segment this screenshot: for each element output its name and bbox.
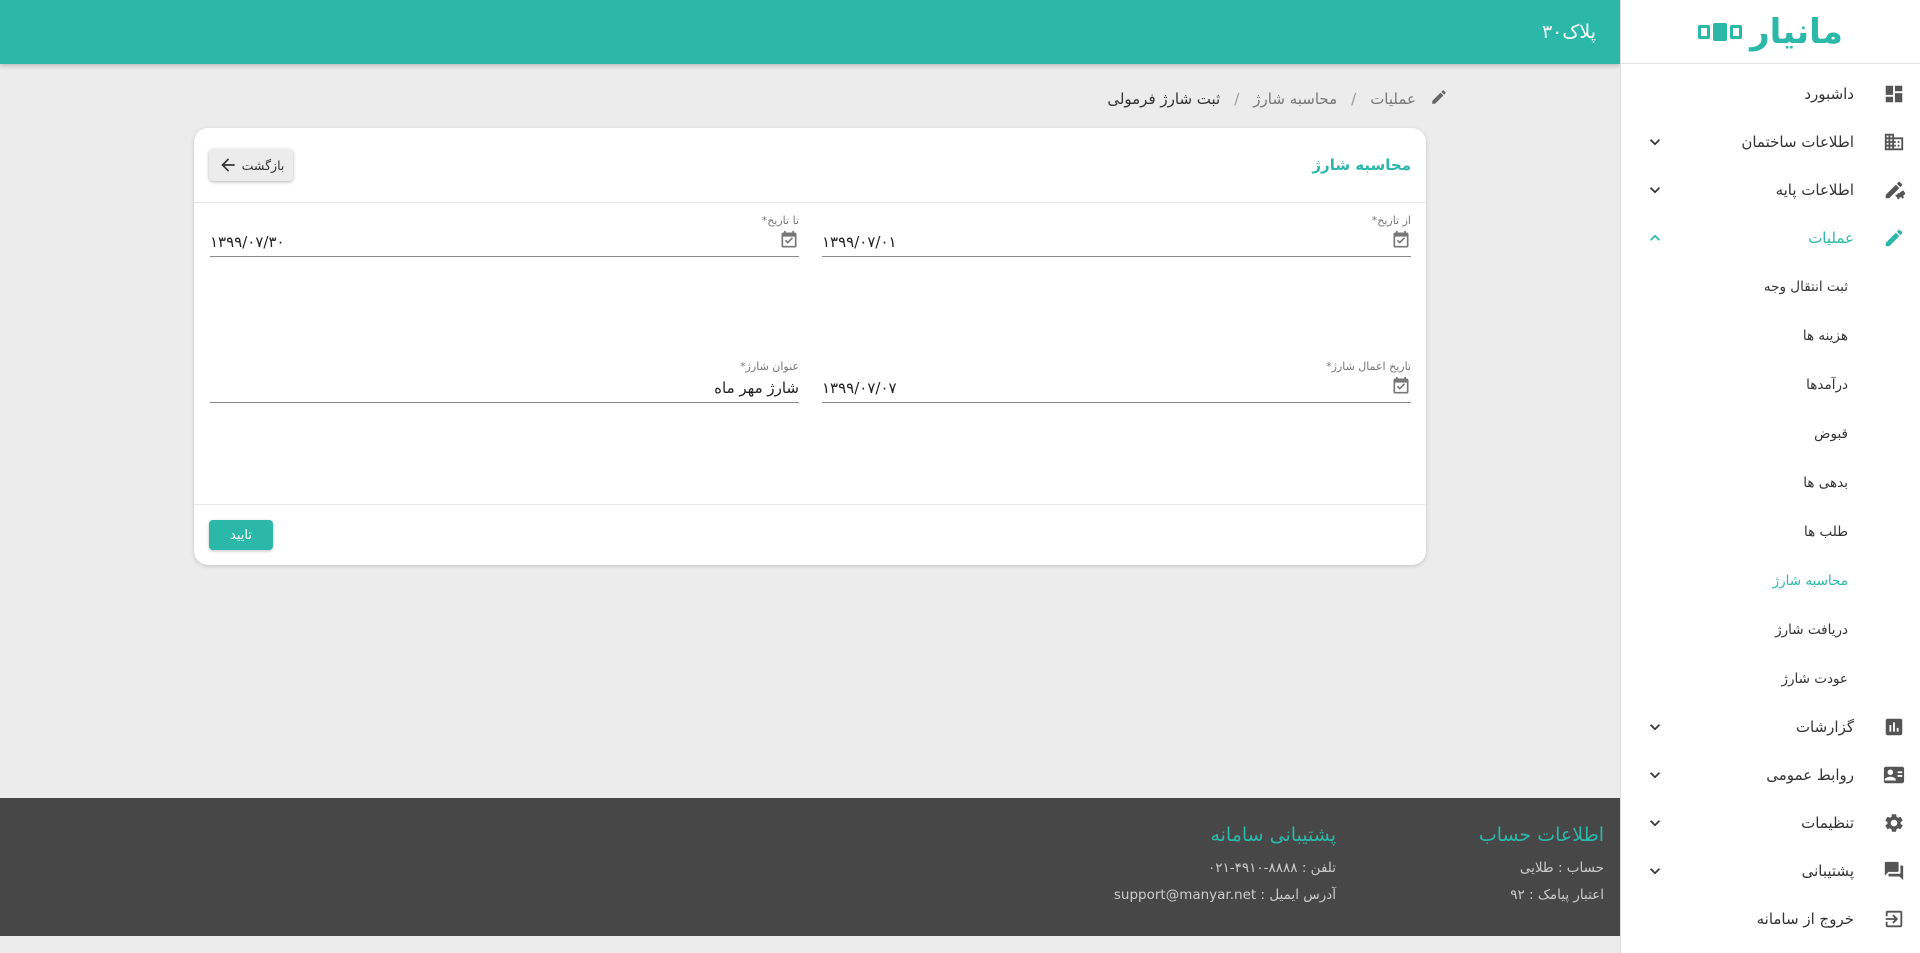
sidebar-item-label: روابط عمومی — [1766, 766, 1854, 784]
contact-card-icon — [1882, 763, 1906, 787]
sidebar-item-label: خروج از سامانه — [1756, 910, 1854, 928]
sidebar-item-dashboard[interactable]: داشبورد — [1621, 70, 1920, 118]
chevron-down-icon[interactable] — [1645, 813, 1665, 833]
chevron-down-icon[interactable] — [1645, 132, 1665, 152]
sidebar-item-settings[interactable]: تنظیمات — [1621, 799, 1920, 847]
sidebar-item-label: اطلاعات ساختمان — [1741, 133, 1854, 151]
sidebar-item-logout[interactable]: خروج از سامانه — [1621, 895, 1920, 943]
back-button-label: بازگشت — [241, 157, 285, 173]
support-section: پشتیبانی سامانه تلفن : ۸۸۸۸-۴۹۱۰-۰۲۱ آدر… — [1114, 824, 1336, 914]
sidebar-subitem-incomes[interactable]: درآمدها — [1621, 360, 1920, 409]
gear-icon — [1882, 811, 1906, 835]
to-date-field[interactable]: تا تاریخ* ۱۳۹۹/۰۷/۳۰ — [210, 214, 799, 257]
sidebar-item-label: گزارشات — [1795, 718, 1854, 736]
apply-date-input[interactable]: ۱۳۹۹/۰۷/۰۷ — [822, 379, 1391, 397]
sidebar: مانیار داشبورد اطلاعات ساختمان اطلاعات پ… — [1620, 0, 1920, 953]
sidebar-item-building-info[interactable]: اطلاعات ساختمان — [1621, 118, 1920, 166]
apply-date-label: تاریخ اعمال شارژ* — [1326, 360, 1411, 373]
arrow-left-icon — [220, 158, 235, 172]
sidebar-item-label: اطلاعات پایه — [1775, 181, 1854, 199]
card-footer: تایید — [194, 504, 1426, 565]
to-date-input[interactable]: ۱۳۹۹/۰۷/۳۰ — [210, 233, 779, 251]
apply-date-field[interactable]: تاریخ اعمال شارژ* ۱۳۹۹/۰۷/۰۷ — [822, 360, 1411, 403]
pencil-icon — [1882, 226, 1906, 250]
back-button[interactable]: بازگشت — [209, 149, 293, 181]
breadcrumb-separator: / — [1234, 90, 1240, 108]
chevron-down-icon[interactable] — [1645, 717, 1665, 737]
chat-icon — [1882, 859, 1906, 883]
breadcrumb: عملیات / محاسبه شارژ / ثبت شارژ فرمولی — [1107, 88, 1448, 110]
confirm-button[interactable]: تایید — [209, 520, 273, 550]
card-header: محاسبه شارژ بازگشت — [194, 128, 1426, 203]
logo-mark-icon — [1698, 22, 1743, 41]
support-phone: تلفن : ۸۸۸۸-۴۹۱۰-۰۲۱ — [1207, 860, 1336, 876]
sidebar-subitem-credits[interactable]: طلب ها — [1621, 507, 1920, 556]
sidebar-nav: داشبورد اطلاعات ساختمان اطلاعات پایه عمل… — [1621, 64, 1920, 943]
settings-pen-icon — [1882, 178, 1906, 202]
to-date-label: تا تاریخ* — [761, 214, 799, 227]
from-date-label: از تاریخ* — [1371, 214, 1411, 227]
logo-text: مانیار — [1750, 11, 1844, 52]
breadcrumb-operations[interactable]: عملیات — [1370, 90, 1416, 108]
charge-form-card: محاسبه شارژ بازگشت از تاریخ* ۱۳۹۹/۰۷/۰۱ … — [194, 128, 1426, 565]
charge-title-field[interactable]: عنوان شارژ* شارژ مهر ماه — [210, 360, 799, 403]
sms-credit: اعتبار پیامک : ۹۲ — [1510, 887, 1604, 903]
sidebar-item-operations[interactable]: عملیات — [1621, 214, 1920, 262]
account-type: حساب : طلایی — [1519, 860, 1604, 876]
building-title: پلاک۳۰ — [1541, 21, 1596, 43]
sidebar-subitem-charge-refund[interactable]: عودت شارژ — [1621, 654, 1920, 703]
calendar-icon[interactable] — [779, 230, 799, 254]
sidebar-item-label: داشبورد — [1804, 85, 1854, 103]
sidebar-item-public-relations[interactable]: روابط عمومی — [1621, 751, 1920, 799]
calendar-icon[interactable] — [1391, 230, 1411, 254]
sidebar-subitem-bills[interactable]: قبوض — [1621, 409, 1920, 458]
sidebar-subitem-fund-transfer[interactable]: ثبت انتقال وجه — [1621, 262, 1920, 311]
sidebar-item-label: تنظیمات — [1801, 814, 1854, 832]
from-date-field[interactable]: از تاریخ* ۱۳۹۹/۰۷/۰۱ — [822, 214, 1411, 257]
card-title: محاسبه شارژ — [1312, 156, 1411, 174]
sidebar-subitem-debts[interactable]: بدهی ها — [1621, 458, 1920, 507]
sidebar-item-label: پشتیبانی — [1801, 862, 1854, 880]
sidebar-subitem-charge-receipt[interactable]: دریافت شارژ — [1621, 605, 1920, 654]
sidebar-item-reports[interactable]: گزارشات — [1621, 703, 1920, 751]
logout-icon — [1882, 907, 1906, 931]
charge-title-input[interactable]: شارژ مهر ماه — [210, 379, 799, 397]
chevron-up-icon[interactable] — [1645, 228, 1665, 248]
chart-icon — [1882, 715, 1906, 739]
account-info-section: اطلاعات حساب حساب : طلایی اعتبار پیامک :… — [1479, 824, 1604, 914]
chevron-down-icon[interactable] — [1645, 180, 1665, 200]
breadcrumb-separator: / — [1351, 90, 1357, 108]
sidebar-subitem-expenses[interactable]: هزینه ها — [1621, 311, 1920, 360]
breadcrumb-charge-calculation[interactable]: محاسبه شارژ — [1253, 90, 1337, 108]
bottom-strip — [0, 936, 1620, 953]
support-heading: پشتیبانی سامانه — [1210, 824, 1336, 846]
calendar-icon[interactable] — [1391, 376, 1411, 400]
account-info-heading: اطلاعات حساب — [1478, 824, 1604, 846]
sidebar-subitem-charge-calculation[interactable]: محاسبه شارژ — [1621, 556, 1920, 605]
building-icon — [1882, 130, 1906, 154]
breadcrumb-current: ثبت شارژ فرمولی — [1107, 90, 1221, 108]
charge-title-label: عنوان شارژ* — [740, 360, 799, 373]
page-footer: اطلاعات حساب حساب : طلایی اعتبار پیامک :… — [0, 798, 1620, 936]
pencil-icon — [1430, 88, 1448, 110]
sidebar-item-label: عملیات — [1808, 229, 1854, 247]
support-email: آدرس ایمیل : support@manyar.net — [1113, 887, 1336, 903]
top-app-bar: پلاک۳۰ — [0, 0, 1620, 64]
brand-logo[interactable]: مانیار — [1621, 0, 1920, 64]
chevron-down-icon[interactable] — [1645, 765, 1665, 785]
chevron-down-icon[interactable] — [1645, 861, 1665, 881]
dashboard-icon — [1882, 82, 1906, 106]
sidebar-item-support[interactable]: پشتیبانی — [1621, 847, 1920, 895]
from-date-input[interactable]: ۱۳۹۹/۰۷/۰۱ — [822, 233, 1391, 251]
sidebar-item-base-info[interactable]: اطلاعات پایه — [1621, 166, 1920, 214]
